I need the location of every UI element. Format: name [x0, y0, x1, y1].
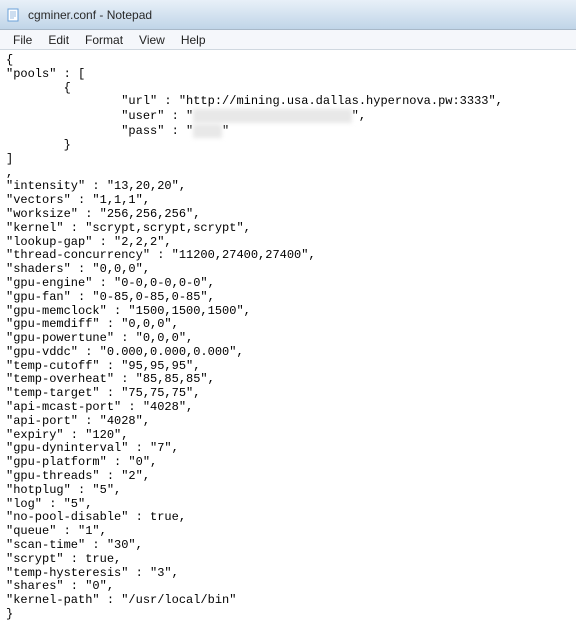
line: "no-pool-disable" : true, — [6, 510, 186, 524]
line: "temp-hysteresis" : "3", — [6, 566, 179, 580]
line: { — [6, 53, 13, 67]
line: "url" : "http://mining.usa.dallas.hypern… — [6, 94, 503, 108]
line: "shaders" : "0,0,0", — [6, 262, 150, 276]
line: "api-port" : "4028", — [6, 414, 150, 428]
line: "log" : "5", — [6, 497, 92, 511]
redacted-pass: xxxx — [193, 124, 222, 138]
line: "kernel" : "scrypt,scrypt,scrypt", — [6, 221, 251, 235]
line: "gpu-memclock" : "1500,1500,1500", — [6, 304, 251, 318]
line: "temp-overheat" : "85,85,85", — [6, 372, 215, 386]
line: "thread-concurrency" : "11200,27400,2740… — [6, 248, 316, 262]
line: "queue" : "1", — [6, 524, 107, 538]
line: "gpu-dyninterval" : "7", — [6, 441, 179, 455]
line: "gpu-platform" : "0", — [6, 455, 157, 469]
line: "worksize" : "256,256,256", — [6, 207, 200, 221]
line: "vectors" : "1,1,1", — [6, 193, 150, 207]
notepad-icon — [6, 7, 22, 23]
window-title: cgminer.conf - Notepad — [28, 8, 152, 22]
text-area[interactable]: { "pools" : [ { "url" : "http://mining.u… — [0, 50, 576, 626]
menu-file[interactable]: File — [6, 31, 39, 49]
line: "gpu-engine" : "0-0,0-0,0-0", — [6, 276, 215, 290]
redacted-user: xxxxxxxxxxxxxxxxxxxxxx — [193, 109, 351, 123]
line: "api-mcast-port" : "4028", — [6, 400, 193, 414]
line: ] — [6, 152, 13, 166]
line: "gpu-threads" : "2", — [6, 469, 150, 483]
line: "expiry" : "120", — [6, 428, 128, 442]
line-part: " — [222, 124, 229, 138]
line: "gpu-fan" : "0-85,0-85,0-85", — [6, 290, 215, 304]
line: } — [6, 607, 13, 621]
line-part: "user" : " — [6, 109, 193, 123]
line: "scrypt" : true, — [6, 552, 121, 566]
menu-help[interactable]: Help — [174, 31, 213, 49]
line: { — [6, 81, 71, 95]
line: "scan-time" : "30", — [6, 538, 143, 552]
line: "hotplug" : "5", — [6, 483, 121, 497]
line: "temp-target" : "75,75,75", — [6, 386, 200, 400]
line: "intensity" : "13,20,20", — [6, 179, 186, 193]
line: "kernel-path" : "/usr/local/bin" — [6, 593, 236, 607]
line-part: "pass" : " — [6, 124, 193, 138]
line: "lookup-gap" : "2,2,2", — [6, 235, 172, 249]
line: "temp-cutoff" : "95,95,95", — [6, 359, 200, 373]
line: , — [6, 166, 13, 180]
menu-edit[interactable]: Edit — [41, 31, 76, 49]
menu-bar: File Edit Format View Help — [0, 30, 576, 50]
line: "gpu-vddc" : "0.000,0.000,0.000", — [6, 345, 244, 359]
menu-format[interactable]: Format — [78, 31, 130, 49]
line: "gpu-powertune" : "0,0,0", — [6, 331, 193, 345]
line: } — [6, 138, 71, 152]
menu-view[interactable]: View — [132, 31, 172, 49]
line-part: ", — [352, 109, 366, 123]
line: "shares" : "0", — [6, 579, 114, 593]
line: "gpu-memdiff" : "0,0,0", — [6, 317, 179, 331]
line: "pools" : [ — [6, 67, 85, 81]
title-bar: cgminer.conf - Notepad — [0, 0, 576, 30]
